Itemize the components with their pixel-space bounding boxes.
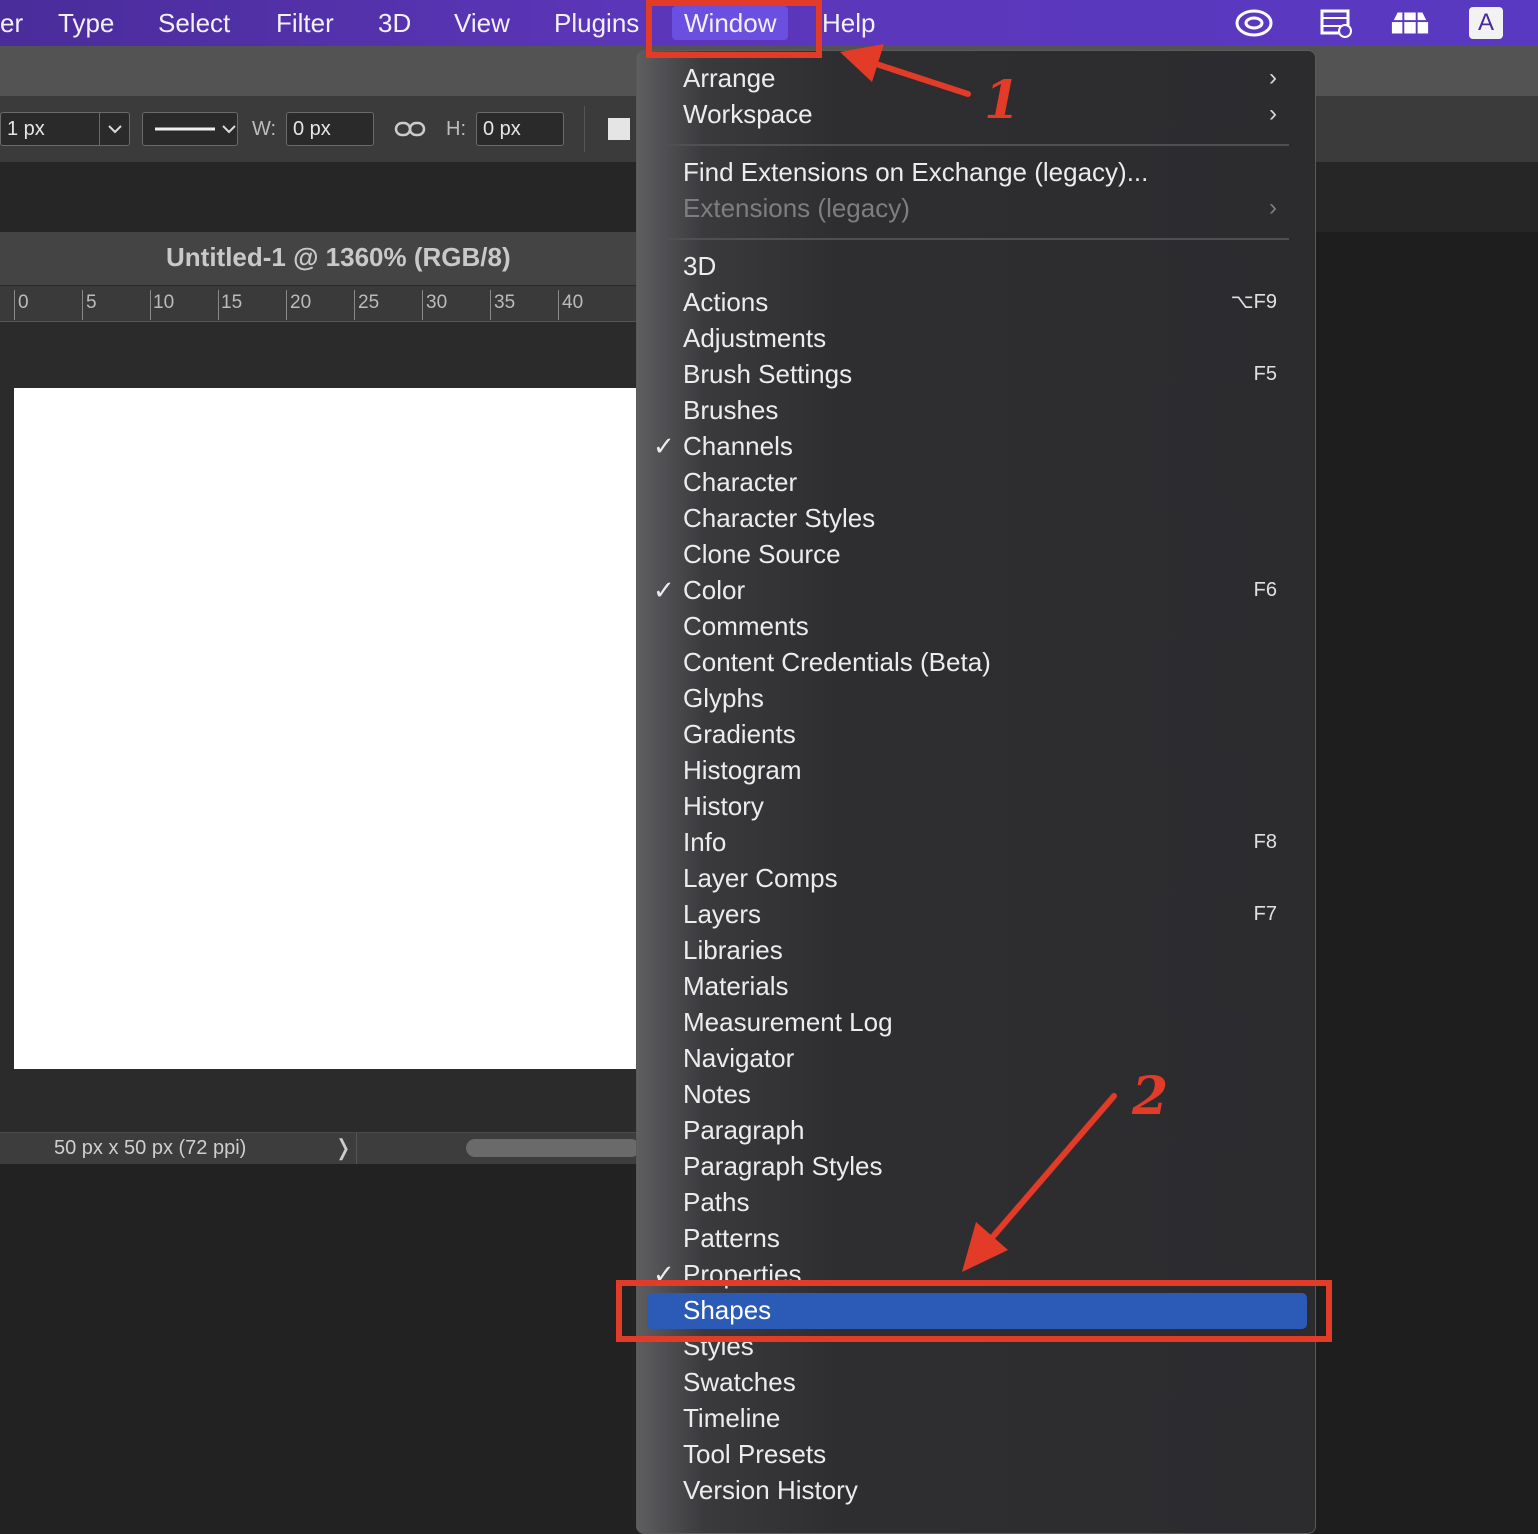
step-1-label: 1 (984, 70, 1021, 131)
step-2-label: 2 (1132, 1066, 1169, 1127)
annotation-arrows (840, 44, 1117, 1272)
